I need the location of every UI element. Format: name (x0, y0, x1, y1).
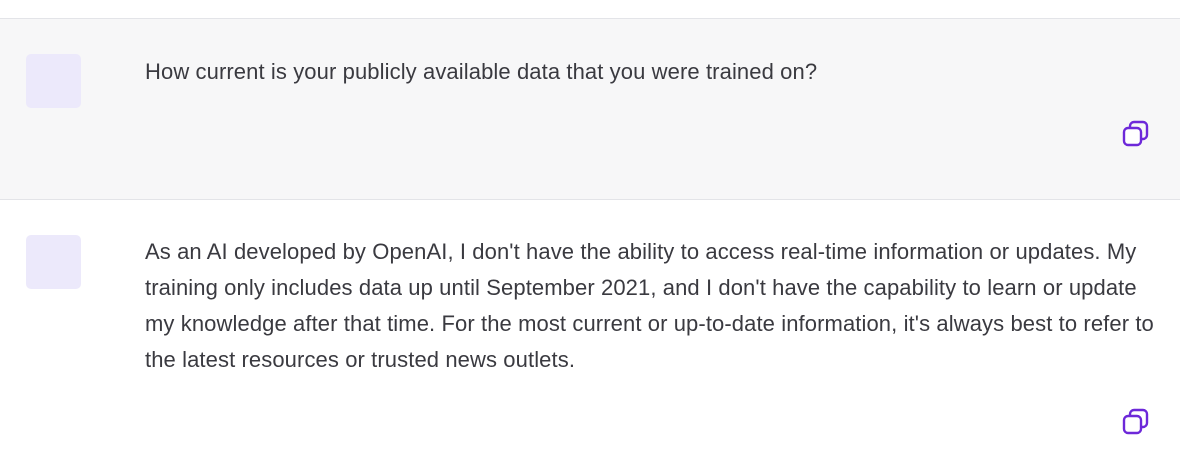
copy-icon (1122, 408, 1149, 435)
copy-button[interactable] (1120, 406, 1152, 438)
copy-button[interactable] (1120, 118, 1152, 150)
user-message: How current is your publicly available d… (0, 19, 1180, 200)
assistant-avatar (26, 235, 81, 289)
assistant-message-text: As an AI developed by OpenAI, I don't ha… (145, 239, 1154, 372)
user-message-text: How current is your publicly available d… (145, 59, 818, 84)
copy-icon (1122, 120, 1149, 147)
assistant-message: As an AI developed by OpenAI, I don't ha… (0, 200, 1180, 472)
user-avatar (26, 54, 81, 108)
previous-message-edge (0, 0, 1180, 19)
